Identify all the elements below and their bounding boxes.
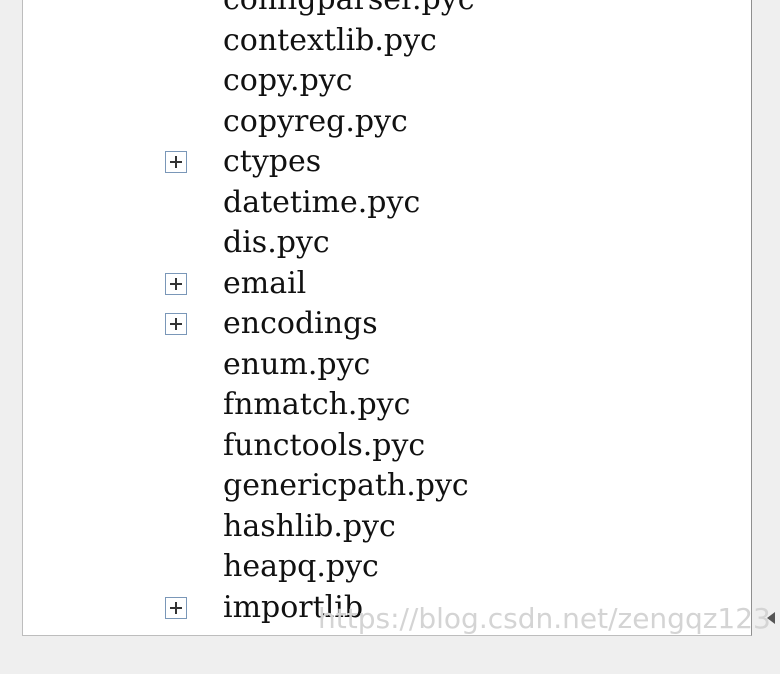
tree-node-label[interactable]: heapq.pyc xyxy=(223,547,379,588)
expand-plus-icon[interactable] xyxy=(165,313,187,335)
expand-plus-icon[interactable] xyxy=(165,151,187,173)
scroll-left-arrow-icon[interactable] xyxy=(767,612,775,624)
tree-node-label[interactable]: dis.pyc xyxy=(223,223,330,264)
expand-plus-icon[interactable] xyxy=(165,272,187,295)
tree-node-label[interactable]: datetime.pyc xyxy=(223,183,420,224)
tree-node-label[interactable]: hashlib.pyc xyxy=(223,507,396,548)
file-tree-panel[interactable]: configparser.pyccontextlib.pyccopy.pycco… xyxy=(22,0,752,636)
tree-node-label[interactable]: copy.pyc xyxy=(223,61,353,102)
tree-node-label[interactable]: email xyxy=(223,264,306,305)
tree-node-label[interactable]: copyreg.pyc xyxy=(223,102,408,143)
tree-node-label[interactable]: configparser.pyc xyxy=(223,0,475,21)
tree-node-label[interactable]: encodings xyxy=(223,304,378,345)
tree-node-label[interactable]: genericpath.pyc xyxy=(223,466,469,507)
tree-node-label[interactable]: fnmatch.pyc xyxy=(223,385,410,426)
tree-node-label[interactable]: ctypes xyxy=(223,142,321,183)
tree-node-label[interactable]: contextlib.pyc xyxy=(223,21,437,62)
expand-plus-icon[interactable] xyxy=(165,596,187,619)
tree-node-label[interactable]: importlib xyxy=(223,588,363,629)
tree-node-label[interactable]: io.pyc xyxy=(223,628,313,635)
tree-node-label[interactable]: enum.pyc xyxy=(223,345,370,386)
tree-node-label[interactable]: functools.pyc xyxy=(223,426,425,467)
